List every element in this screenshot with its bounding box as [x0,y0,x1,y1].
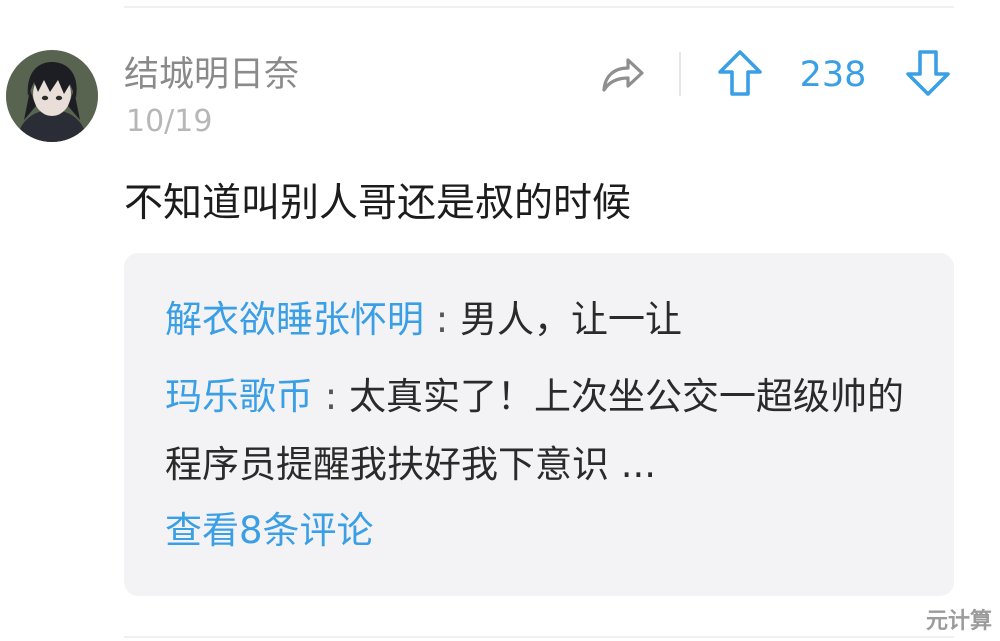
reply-author[interactable]: 玛乐歌币 [165,375,313,418]
vote-count: 238 [799,55,867,95]
reply-separator: : [424,298,460,341]
comment-text: 不知道叫别人哥还是叔的时候 [124,181,632,226]
username[interactable]: 结城明日奈 [124,52,299,98]
share-button[interactable] [596,50,648,98]
reply-separator: : [313,375,349,418]
share-arrow-icon [602,58,644,92]
top-divider [124,6,954,8]
reply-author[interactable]: 解衣欲睡张怀明 [165,298,424,341]
watermark: 元计算 [925,609,992,634]
avatar-image [6,50,98,142]
upvote-button[interactable] [716,48,764,98]
reply-item: 玛乐歌币 : 太真实了！上次坐公交一超级帅的程序员提醒我扶好我下意识 ... [165,363,905,499]
downvote-button[interactable] [904,48,952,98]
post-date: 10/19 [126,104,213,139]
comment-card: 结城明日奈 10/19 238 不知道叫别人哥还是叔的时候 解衣欲睡张怀明 : … [0,0,1000,641]
arrow-down-icon [906,50,950,96]
arrow-up-icon [718,50,762,96]
reply-preview[interactable]: 解衣欲睡张怀明 : 男人，让一让 玛乐歌币 : 太真实了！上次坐公交一超级帅的程… [124,253,954,596]
action-separator [679,52,681,96]
bottom-divider [124,636,954,638]
view-all-replies-link[interactable]: 查看8条评论 [165,501,374,561]
reply-text: 男人，让一让 [460,298,682,341]
avatar[interactable] [6,50,98,142]
reply-item: 解衣欲睡张怀明 : 男人，让一让 [165,286,905,354]
